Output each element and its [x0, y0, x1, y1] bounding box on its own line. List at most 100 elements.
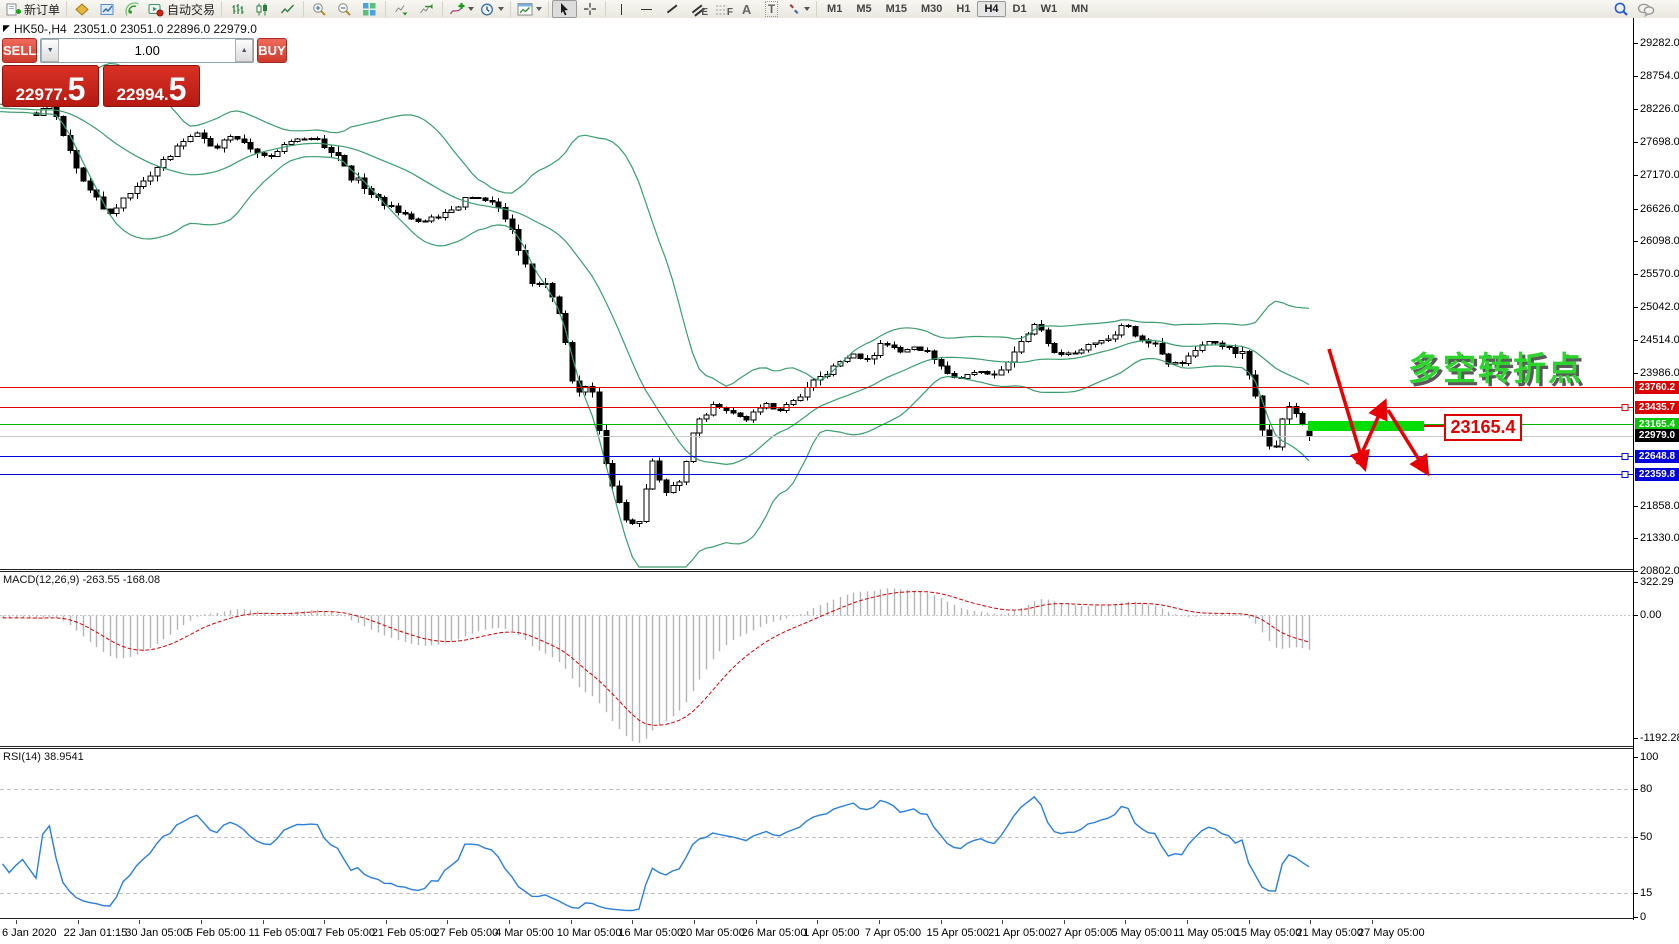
turning-point-annotation[interactable]: 多空转折点: [1408, 342, 1583, 390]
timeframe-button-h1[interactable]: H1: [949, 1, 977, 17]
chart-shift-button[interactable]: [414, 0, 439, 18]
toolbar-group-right: [1605, 1, 1661, 17]
price-line-tag: 22359.8: [1635, 468, 1679, 481]
trade-panel-controls: SELL ▼ ▲ BUY: [2, 38, 200, 63]
time-tick-mark: [386, 920, 387, 924]
arrows-tool-button[interactable]: [784, 0, 813, 18]
line-handle: [1622, 472, 1628, 478]
new-order-button[interactable]: 新订单: [3, 0, 63, 18]
time-tick-label: 21 May 05:00: [1296, 927, 1363, 939]
time-tick-label: 10 Mar 05:00: [557, 927, 622, 939]
price-tick-label: 26098.0: [1640, 235, 1679, 247]
autotrading-button[interactable]: 自动交易: [145, 0, 218, 18]
crosshair-icon: [583, 2, 597, 16]
price-chart-canvas[interactable]: [0, 18, 1633, 920]
time-tick-label: 26 Mar 05:00: [742, 927, 807, 939]
line-handle: [1622, 454, 1628, 460]
macd-tick-label: 322.29: [1640, 576, 1674, 588]
time-tick-label: 1 Apr 05:00: [803, 927, 859, 939]
time-tick-mark: [263, 920, 264, 924]
price-tick-mark: [1634, 506, 1638, 507]
trendline-tool-button[interactable]: [659, 0, 684, 18]
tile-windows-icon: [362, 2, 377, 17]
line-chart-button[interactable]: [275, 0, 300, 18]
arrows-caret-icon: [804, 7, 810, 11]
volume-input[interactable]: [59, 39, 235, 62]
label-tool-button[interactable]: T: [759, 0, 784, 18]
sell-button[interactable]: SELL: [2, 38, 37, 63]
horizontal-line-tool-button[interactable]: [634, 0, 659, 18]
price-tick-label: 27698.0: [1640, 136, 1679, 148]
time-tick-label: 5 May 05:00: [1111, 927, 1172, 939]
timeframe-button-m15[interactable]: M15: [879, 1, 914, 17]
toolbar-group-order: 新订单: [0, 1, 66, 17]
timeframe-button-m30[interactable]: M30: [914, 1, 949, 17]
signal-button[interactable]: [120, 0, 145, 18]
vertical-line-icon: [621, 4, 622, 15]
macd-tick-label: -1192.28: [1640, 732, 1679, 744]
sell-price-box[interactable]: 22977.5: [2, 65, 99, 107]
time-tick-mark: [201, 920, 202, 924]
autotrading-icon: [148, 2, 164, 17]
time-tick-mark: [324, 920, 325, 924]
macd-tick-mark: [1634, 615, 1638, 616]
price-tick-mark: [1634, 43, 1638, 44]
time-tick-label: 15 Apr 05:00: [927, 927, 989, 939]
community-button[interactable]: [1633, 0, 1658, 18]
profile-button[interactable]: [95, 0, 120, 18]
time-tick-mark: [694, 920, 695, 924]
indicators-button[interactable]: [446, 0, 477, 18]
buy-button[interactable]: BUY: [257, 38, 286, 63]
timeframe-button-h4[interactable]: H4: [977, 1, 1005, 17]
rsi-tick-mark: [1634, 893, 1638, 894]
tile-windows-button[interactable]: [357, 0, 382, 18]
volume-increase-button[interactable]: ▲: [235, 39, 253, 62]
rsi-tick-mark: [1634, 837, 1638, 838]
rsi-label: RSI(14) 38.9541: [3, 751, 84, 763]
one-click-trade-panel: SELL ▼ ▲ BUY 22977.5 22994.5: [2, 38, 200, 107]
volume-decrease-button[interactable]: ▼: [41, 39, 59, 62]
candlestick-chart-button[interactable]: [250, 0, 275, 18]
timeframe-button-w1[interactable]: W1: [1034, 1, 1065, 17]
price-line-tag: 23435.7: [1635, 401, 1679, 414]
channel-tool-button[interactable]: E: [684, 0, 709, 18]
time-axis[interactable]: 6 Jan 202022 Jan 01:1530 Jan 05:005 Feb …: [0, 920, 1633, 944]
time-tick-label: 27 May 05:00: [1358, 927, 1425, 939]
timeframe-button-mn[interactable]: MN: [1064, 1, 1095, 17]
crosshair-tool-button[interactable]: [577, 0, 602, 18]
vertical-line-tool-button[interactable]: [609, 0, 634, 18]
price-tick-label: 23986.0: [1640, 367, 1679, 379]
search-button[interactable]: [1608, 0, 1633, 18]
periods-caret-icon: [498, 7, 504, 11]
zoom-out-icon: [337, 2, 352, 17]
buy-price-box[interactable]: 22994.5: [103, 65, 200, 107]
candlestick-chart-icon: [255, 2, 270, 17]
price-axis[interactable]: 29282.028754.028226.027698.027170.026626…: [1633, 18, 1679, 920]
price-callout-box[interactable]: 23165.4: [1444, 414, 1522, 441]
bar-chart-button[interactable]: [225, 0, 250, 18]
time-tick-label: 5 Feb 05:00: [187, 927, 246, 939]
timeframe-button-m5[interactable]: M5: [849, 1, 878, 17]
price-line-tag: 23760.2: [1635, 381, 1679, 394]
metaeditor-button[interactable]: [70, 0, 95, 18]
timeframe-button-d1[interactable]: D1: [1006, 1, 1034, 17]
toolbar-group-chart-type: [221, 1, 303, 17]
timeframe-button-m1[interactable]: M1: [820, 1, 849, 17]
fibonacci-tool-button[interactable]: F: [709, 0, 734, 18]
cursor-tool-button[interactable]: [552, 0, 577, 18]
templates-button[interactable]: [514, 0, 545, 18]
periods-button[interactable]: [477, 0, 507, 18]
zoom-in-button[interactable]: [307, 0, 332, 18]
auto-scroll-icon: [394, 2, 409, 17]
time-tick-mark: [571, 920, 572, 924]
new-order-icon: [6, 2, 21, 17]
buy-price-main: 22994: [117, 86, 164, 103]
price-tick-label: 27170.0: [1640, 169, 1679, 181]
zoom-out-button[interactable]: [332, 0, 357, 18]
label-tool-icon: T: [765, 1, 778, 17]
text-tool-button[interactable]: A: [734, 0, 759, 18]
auto-scroll-button[interactable]: [389, 0, 414, 18]
time-tick-mark: [1372, 920, 1373, 924]
time-tick-mark: [447, 920, 448, 924]
cursor-arrow-icon: [558, 2, 571, 16]
